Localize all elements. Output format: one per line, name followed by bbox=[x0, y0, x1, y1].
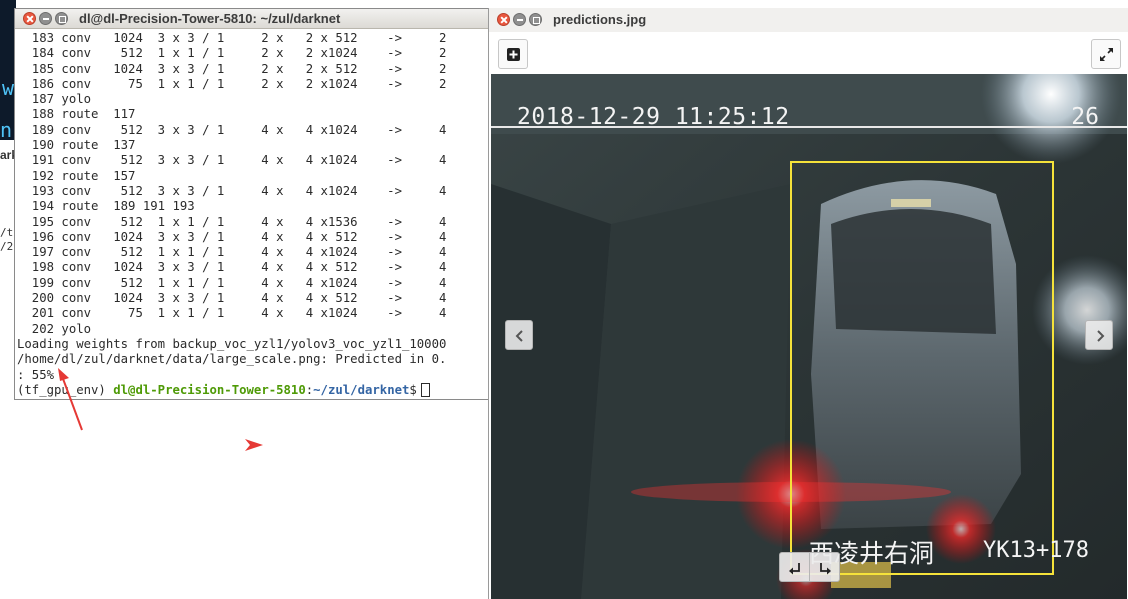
terminal-cursor bbox=[420, 382, 430, 397]
terminal-line: 197 conv 512 1 x 1 / 1 4 x 4 x1024 -> 4 bbox=[17, 245, 447, 260]
terminal-line: Loading weights from backup_voc_yzl1/yol… bbox=[17, 336, 447, 351]
rotate-right-icon bbox=[820, 563, 831, 575]
terminal-line: 184 conv 512 1 x 1 / 1 2 x 2 x1024 -> 2 bbox=[17, 46, 447, 61]
terminal-line: 200 conv 1024 3 x 3 / 1 4 x 4 x 512 -> 4 bbox=[17, 291, 447, 306]
background-text-w: w bbox=[2, 76, 15, 100]
terminal-line: 183 conv 1024 3 x 3 / 1 2 x 2 x 512 -> 2 bbox=[17, 31, 447, 45]
terminal-line: 191 conv 512 3 x 3 / 1 4 x 4 x1024 -> 4 bbox=[17, 153, 447, 168]
terminal-line: 185 conv 1024 3 x 3 / 1 2 x 2 x 512 -> 2 bbox=[17, 61, 447, 76]
terminal-line: 192 route 157 bbox=[17, 168, 136, 183]
terminal-line: 195 conv 512 1 x 1 / 1 4 x 4 x1536 -> 4 bbox=[17, 214, 447, 229]
viewer-title: predictions.jpg bbox=[553, 12, 647, 27]
close-icon[interactable] bbox=[23, 12, 36, 25]
rotate-right-button[interactable] bbox=[809, 552, 840, 582]
prediction-image: 2018-12-29 11:25:12 26 西凌井右洞 YK13+178 bbox=[491, 74, 1127, 599]
minimize-icon[interactable] bbox=[513, 13, 526, 26]
annotation-small-arrow-icon bbox=[245, 439, 263, 451]
rotate-left-icon bbox=[789, 563, 800, 575]
viewer-titlebar[interactable]: predictions.jpg bbox=[489, 8, 1128, 32]
fullscreen-button[interactable] bbox=[1091, 39, 1121, 69]
prompt-dollar: $ bbox=[409, 382, 417, 397]
terminal-line: 193 conv 512 3 x 3 / 1 4 x 4 x1024 -> 4 bbox=[17, 183, 447, 198]
terminal-line: 198 conv 1024 3 x 3 / 1 4 x 4 x 512 -> 4 bbox=[17, 260, 447, 275]
plus-box-icon bbox=[507, 48, 520, 61]
detection-bounding-box bbox=[790, 161, 1054, 575]
rotate-left-button[interactable] bbox=[779, 552, 810, 582]
osd-corner-number: 26 bbox=[1071, 104, 1099, 130]
viewer-toolbar bbox=[489, 32, 1128, 74]
close-icon[interactable] bbox=[497, 13, 510, 26]
image-viewer-window[interactable]: predictions.jpg 2018-12-29 11:25:12 26 西… bbox=[488, 8, 1128, 599]
previous-image-button[interactable] bbox=[505, 320, 533, 350]
background-text-n: n bbox=[0, 118, 13, 142]
maximize-icon[interactable] bbox=[55, 12, 68, 25]
maximize-icon[interactable] bbox=[529, 13, 542, 26]
chevron-right-icon bbox=[1097, 330, 1105, 342]
osd-code: YK13+178 bbox=[983, 538, 1089, 563]
chevron-left-icon bbox=[515, 330, 523, 342]
terminal-line: 187 yolo bbox=[17, 92, 92, 107]
prompt-path: ~/zul/darknet bbox=[313, 382, 410, 397]
terminal-line: 189 conv 512 3 x 3 / 1 4 x 4 x1024 -> 4 bbox=[17, 122, 447, 137]
terminal-line: 201 conv 75 1 x 1 / 1 4 x 4 x1024 -> 4 bbox=[17, 306, 447, 321]
osd-timestamp: 2018-12-29 11:25:12 bbox=[517, 104, 790, 130]
minimize-icon[interactable] bbox=[39, 12, 52, 25]
terminal-line: 188 route 117 bbox=[17, 107, 136, 122]
terminal-line: 186 conv 75 1 x 1 / 1 2 x 2 x1024 -> 2 bbox=[17, 76, 447, 91]
terminal-line: 194 route 189 191 193 bbox=[17, 199, 195, 214]
annotation-arrow-icon bbox=[58, 368, 83, 431]
terminal-line: 190 route 137 bbox=[17, 138, 136, 153]
terminal-line: 199 conv 512 1 x 1 / 1 4 x 4 x1024 -> 4 bbox=[17, 275, 447, 290]
terminal-titlebar[interactable]: dl@dl-Precision-Tower-5810: ~/zul/darkne… bbox=[15, 9, 489, 29]
terminal-title: dl@dl-Precision-Tower-5810: ~/zul/darkne… bbox=[79, 11, 341, 26]
terminal-line: 202 yolo bbox=[17, 321, 92, 336]
terminal-line: 196 conv 1024 3 x 3 / 1 4 x 4 x 512 -> 4 bbox=[17, 229, 447, 244]
add-image-button[interactable] bbox=[498, 39, 528, 69]
terminal-output[interactable]: 183 conv 1024 3 x 3 / 1 2 x 2 x 512 -> 2… bbox=[17, 31, 489, 399]
desktop: w n ark /tr /20 dl@dl-Precision-Tower-58… bbox=[0, 0, 1128, 599]
next-image-button[interactable] bbox=[1085, 320, 1113, 350]
terminal-window[interactable]: dl@dl-Precision-Tower-5810: ~/zul/darkne… bbox=[14, 8, 490, 400]
rotate-controls bbox=[779, 552, 841, 582]
prompt-user-host: dl@dl-Precision-Tower-5810 bbox=[113, 382, 306, 397]
fullscreen-icon bbox=[1100, 48, 1113, 61]
